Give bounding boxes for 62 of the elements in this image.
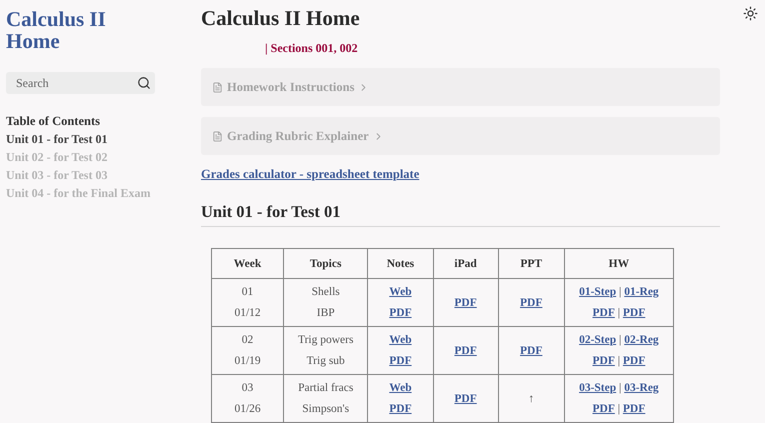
homework-link[interactable]: PDF [592, 306, 615, 318]
homework-link[interactable]: PDF [592, 402, 615, 414]
week-text: 01 [242, 286, 254, 298]
separator-text: | [619, 334, 622, 346]
column-header: iPad [433, 248, 498, 278]
homework-link[interactable]: 03-Step [579, 382, 616, 394]
homework-link[interactable]: PDF [622, 402, 646, 414]
column-header: PPT [498, 248, 564, 278]
topic-text: Trig powers [298, 334, 354, 346]
homework-link[interactable]: PDF [592, 354, 615, 366]
topic-text: Partial fracs [298, 382, 354, 394]
topic-text: Trig sub [306, 354, 345, 366]
pdf-link[interactable]: PDF [454, 344, 477, 356]
week-text: 02 [242, 334, 254, 346]
separator-text: | [619, 382, 622, 394]
homework-link[interactable]: 02-Reg [624, 334, 659, 346]
section-heading: Unit 01 - for Test 01 [201, 202, 720, 227]
column-header: Topics [284, 248, 368, 278]
search-icon[interactable] [137, 76, 151, 90]
separator-text: | [618, 402, 620, 414]
homework-link[interactable]: PDF [622, 354, 646, 366]
topic-text: Shells [312, 286, 340, 298]
homework-link[interactable]: 03-Reg [624, 382, 659, 394]
homework-link[interactable]: PDF [622, 306, 646, 318]
homework-link[interactable]: 01-Step [579, 286, 616, 298]
panel-title: Grading Rubric Explainer [227, 128, 369, 144]
notes-link[interactable]: Web [389, 382, 412, 394]
homework-link[interactable]: 02-Step [579, 334, 616, 346]
topic-text: Simpson's [302, 402, 350, 414]
separator-text: | [618, 306, 620, 318]
homework-link[interactable]: 01-Reg [624, 286, 659, 298]
toc-heading: Table of Contents [6, 114, 101, 129]
notes-link[interactable]: PDF [389, 306, 412, 318]
topic-text: IBP [316, 306, 335, 318]
notes-link[interactable]: Web [389, 334, 412, 346]
notes-link[interactable]: PDF [389, 354, 412, 366]
notes-link[interactable]: PDF [389, 402, 412, 414]
column-header: Week [212, 248, 284, 278]
document-icon [212, 82, 223, 92]
page-title: Calculus II Home [201, 6, 361, 31]
toc-item[interactable]: Unit 01 - for Test 01 [6, 132, 201, 147]
separator-text: | [619, 286, 622, 298]
panel-title: Homework Instructions [227, 80, 354, 94]
separator-text: | [618, 354, 620, 366]
sections-text: | Sections 001, 002 [265, 41, 358, 56]
theme-toggle-button[interactable] [743, 6, 758, 21]
week-text: 01/26 [234, 402, 261, 414]
week-text: 03 [242, 382, 254, 394]
week-text: 01/19 [234, 354, 261, 366]
pdf-link[interactable]: PDF [454, 296, 477, 308]
pdf-link[interactable]: PDF [520, 344, 542, 356]
spreadsheet-link[interactable]: Grades calculator - spreadsheet template [201, 167, 420, 182]
week-text: 01/12 [234, 306, 261, 318]
pdf-link[interactable]: PDF [520, 296, 542, 308]
column-header: HW [564, 248, 674, 278]
notes-link[interactable]: Web [389, 286, 412, 298]
search-field[interactable]: Search [6, 72, 155, 94]
site-title[interactable]: Calculus II Home [6, 8, 126, 52]
arrow-text: ↑ [528, 392, 534, 404]
document-icon [212, 130, 223, 142]
column-header: Notes [368, 248, 434, 278]
pdf-link[interactable]: PDF [454, 392, 477, 404]
